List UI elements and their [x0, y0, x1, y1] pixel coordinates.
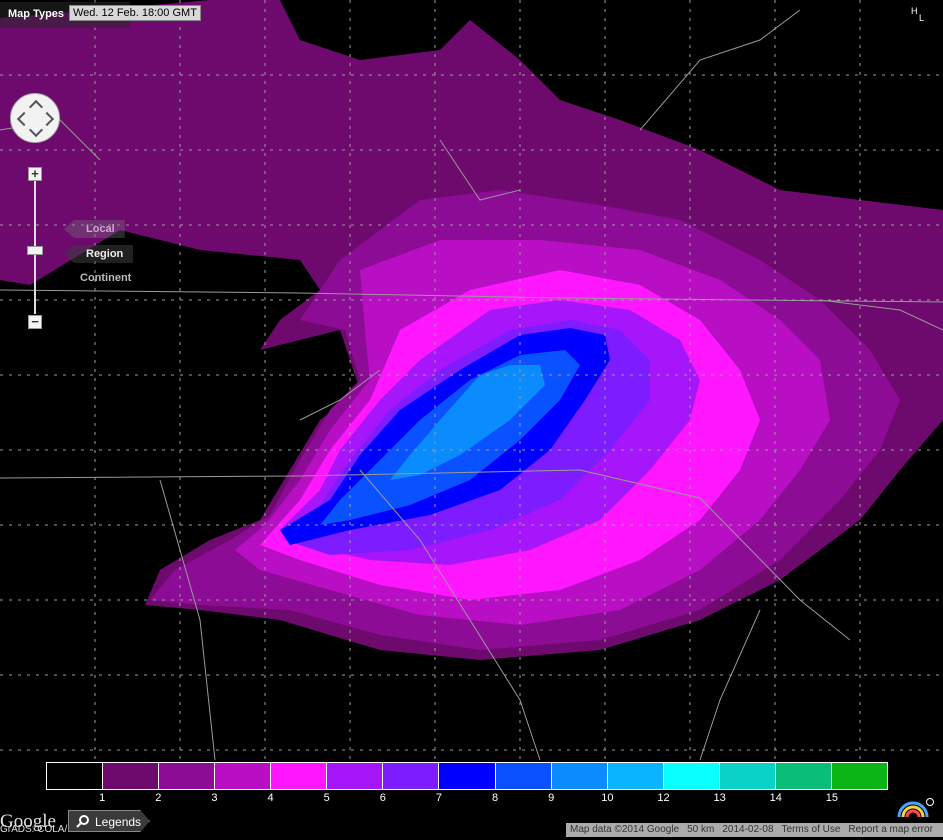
legend-swatch [215, 763, 272, 789]
legend-swatch [271, 763, 328, 789]
map-scale: 50 km [687, 824, 715, 835]
data-source: GrADS: COLA/IGES [0, 824, 70, 835]
pan-control[interactable] [10, 93, 60, 143]
zoom-in-button[interactable]: + [28, 167, 42, 181]
legend-tick-label: 13 [713, 792, 726, 804]
report-map-error-link[interactable]: Report a map error [848, 823, 932, 837]
snowfall-map[interactable] [0, 0, 943, 840]
zoom-level-local[interactable]: Local [64, 220, 125, 238]
legend-swatch [495, 763, 552, 789]
map-data-attribution: Map data ©2014 Google [570, 824, 680, 835]
magnifier-icon [76, 815, 89, 828]
legend-swatch [439, 763, 496, 789]
legend-tick-label: 14 [769, 792, 782, 804]
svg-text:H: H [911, 6, 918, 16]
legend-swatch [47, 763, 104, 789]
terms-of-use-link[interactable]: Terms of Use [782, 823, 841, 837]
legend-tick-label: 15 [825, 792, 838, 804]
legend-swatch [383, 763, 440, 789]
map-date: 2014-02-08 [722, 824, 774, 835]
legend-tick-label: 9 [548, 792, 555, 804]
legend-tick-label: 3 [211, 792, 218, 804]
legend-swatch [663, 763, 720, 789]
legend-tick-label: 8 [492, 792, 499, 804]
zoom-level-region[interactable]: Region [64, 245, 134, 263]
rainbow-logo-icon [897, 798, 934, 818]
color-legend [46, 762, 888, 790]
pan-up-icon[interactable] [28, 99, 44, 115]
legend-tick-label: 10 [601, 792, 614, 804]
legend-swatch [831, 763, 887, 789]
forecast-datetime: Wed. 12 Feb. 18:00 GMT [69, 5, 201, 21]
legend-tick-label: 7 [435, 792, 442, 804]
legend-tick-label: 1 [99, 792, 106, 804]
map-footer: Map data ©2014 Google 50 km 2014-02-08 T… [566, 823, 943, 837]
legend-swatch [607, 763, 664, 789]
legend-tick-label: 4 [267, 792, 274, 804]
legend-tick-label: 2 [155, 792, 162, 804]
legend-tick-label: 12 [657, 792, 670, 804]
legend-swatch [103, 763, 160, 789]
legend-swatch [551, 763, 608, 789]
legend-swatch [159, 763, 216, 789]
legend-tick-label: 6 [379, 792, 386, 804]
pan-down-icon[interactable] [28, 122, 44, 138]
legends-label: Legends [95, 815, 142, 829]
legend-swatch [327, 763, 384, 789]
legend-tick-label: 5 [323, 792, 330, 804]
svg-text:L: L [919, 13, 924, 23]
zoom-level-continent[interactable]: Continent [80, 272, 131, 284]
zoom-slider-handle[interactable] [27, 246, 43, 255]
high-low-icon[interactable]: H L [909, 4, 931, 24]
legends-button[interactable]: Legends [68, 810, 150, 832]
legend-swatch [775, 763, 832, 789]
pan-left-icon[interactable] [16, 111, 32, 127]
zoom-out-button[interactable]: − [28, 315, 42, 329]
pan-right-icon[interactable] [39, 111, 55, 127]
legend-swatch [719, 763, 776, 789]
